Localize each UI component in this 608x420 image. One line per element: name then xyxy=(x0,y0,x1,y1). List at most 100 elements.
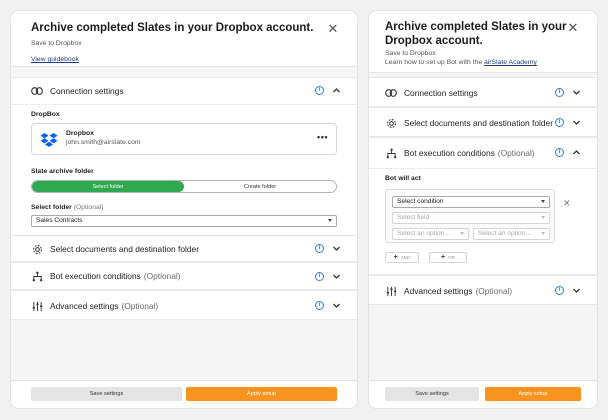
field-select-value: Select field xyxy=(397,214,430,221)
chevron-down-icon[interactable] xyxy=(572,88,581,97)
option-select-1[interactable]: Select an option... xyxy=(392,228,469,240)
bot-setup-panel-expanded-conditions: Archive completed Slates in your Dropbox… xyxy=(368,10,598,409)
panel-footer: Save settings Apply setup xyxy=(11,380,357,408)
link-icon xyxy=(385,87,397,99)
chevron-down-icon[interactable] xyxy=(332,272,341,281)
select-folder-label: Select folder (Optional) xyxy=(31,204,104,211)
info-icon[interactable]: i xyxy=(555,88,564,97)
caret-down-icon xyxy=(328,219,332,222)
folder-mode-toggle: Select folder Create folder xyxy=(31,180,337,193)
folder-select-value: Sales Contracts xyxy=(36,217,83,224)
apply-setup-button[interactable]: Apply setup xyxy=(485,387,581,401)
section-title: Connection settings xyxy=(404,88,478,98)
add-and-condition-button[interactable]: + AND xyxy=(385,252,419,263)
panel-body: Connection settings i Select documents a… xyxy=(369,73,597,380)
caret-down-icon xyxy=(541,232,545,235)
account-email: john.smith@airslate.com xyxy=(66,139,141,146)
branch-icon xyxy=(385,147,397,159)
archive-folder-label: Slate archive folder xyxy=(31,168,94,175)
field-select[interactable]: Select field xyxy=(392,212,550,224)
select-folder-tab[interactable]: Select folder xyxy=(32,181,184,192)
info-icon[interactable]: i xyxy=(555,118,564,127)
section-connection-settings: Connection settings i DropBox Dropbox jo… xyxy=(11,77,357,237)
chevron-down-icon[interactable] xyxy=(332,301,341,310)
optional-tag: (Optional) xyxy=(73,204,104,211)
info-icon[interactable]: i xyxy=(315,244,324,253)
save-settings-button[interactable]: Save settings xyxy=(385,387,479,401)
divider xyxy=(11,104,357,105)
section-title: Select documents and destination folder xyxy=(404,118,553,128)
section-title: Bot execution conditions xyxy=(404,148,495,158)
branch-icon xyxy=(31,270,43,282)
section-title: Advanced settings xyxy=(404,286,473,296)
section-title: Select documents and destination folder xyxy=(50,244,199,254)
section-header-documents[interactable]: Select documents and destination folder … xyxy=(369,110,597,136)
section-execution-conditions: Bot execution conditions (Optional) i Bo… xyxy=(369,137,597,275)
add-or-condition-button[interactable]: + OR xyxy=(429,252,467,263)
view-guidebook-link[interactable]: View guidebook xyxy=(31,55,79,64)
caret-down-icon xyxy=(541,216,545,219)
info-icon[interactable]: i xyxy=(555,148,564,157)
panel-footer: Save settings Apply setup xyxy=(369,380,597,408)
section-header-documents[interactable]: Select documents and destination folder … xyxy=(11,236,357,262)
plus-icon: + xyxy=(393,254,398,261)
remove-condition-icon[interactable]: ✕ xyxy=(563,199,571,208)
section-header-advanced[interactable]: Advanced settings (Optional) i xyxy=(11,293,357,319)
create-folder-tab[interactable]: Create folder xyxy=(184,181,336,192)
section-title: Connection settings xyxy=(50,86,124,96)
divider xyxy=(369,168,597,169)
panel-title-line-1: Archive completed Slates in your xyxy=(385,21,567,33)
save-settings-button[interactable]: Save settings xyxy=(31,387,182,401)
and-label: AND xyxy=(400,255,411,260)
condition-group: Select condition Select field Select an … xyxy=(385,189,555,243)
close-icon[interactable]: ✕ xyxy=(327,22,339,35)
condition-select-value: Select condition xyxy=(397,198,444,205)
section-advanced-settings: Advanced settings (Optional) i xyxy=(369,275,597,305)
dropbox-label: DropBox xyxy=(31,111,60,118)
option-select-2[interactable]: Select an option... xyxy=(473,228,550,240)
sliders-icon xyxy=(31,300,43,312)
chevron-down-icon[interactable] xyxy=(572,286,581,295)
panel-title-line-2: Dropbox account. xyxy=(385,35,483,47)
section-connection-settings: Connection settings i xyxy=(369,77,597,107)
chevron-down-icon[interactable] xyxy=(332,244,341,253)
info-icon[interactable]: i xyxy=(315,272,324,281)
bot-will-act-label: Bot will act xyxy=(385,175,421,182)
optional-tag: (Optional) xyxy=(497,148,535,158)
section-header-connection[interactable]: Connection settings i xyxy=(369,80,597,106)
academy-text: Learn how to set up Bot with the xyxy=(385,59,484,66)
panel-header: Archive completed Slates in your Dropbox… xyxy=(369,11,597,73)
link-icon xyxy=(31,85,43,97)
plus-icon: + xyxy=(441,254,446,261)
panel-header: Archive completed Slates in your Dropbox… xyxy=(11,11,357,67)
folder-select[interactable]: Sales Contracts xyxy=(31,215,337,227)
optional-tag: (Optional) xyxy=(121,301,159,311)
optional-tag: (Optional) xyxy=(143,271,181,281)
section-header-execution[interactable]: Bot execution conditions (Optional) i xyxy=(369,140,597,166)
chevron-up-icon[interactable] xyxy=(332,86,341,95)
apply-setup-button[interactable]: Apply setup xyxy=(186,387,337,401)
condition-select[interactable]: Select condition xyxy=(392,196,550,208)
section-title: Bot execution conditions xyxy=(50,271,141,281)
option-select-2-value: Select an option... xyxy=(478,230,531,237)
info-icon[interactable]: i xyxy=(315,86,324,95)
airslate-academy-link[interactable]: airSlate Academy xyxy=(484,58,537,67)
section-header-advanced[interactable]: Advanced settings (Optional) i xyxy=(369,278,597,304)
info-icon[interactable]: i xyxy=(555,286,564,295)
chevron-down-icon[interactable] xyxy=(572,118,581,127)
more-dots-icon[interactable]: ••• xyxy=(317,132,328,142)
panel-subtitle: Save to Dropbox xyxy=(385,50,436,57)
close-icon[interactable]: ✕ xyxy=(567,21,579,34)
section-select-documents: Select documents and destination folder … xyxy=(369,107,597,137)
option-select-1-value: Select an option... xyxy=(397,230,450,237)
gear-icon xyxy=(31,243,43,255)
section-header-connection[interactable]: Connection settings i xyxy=(11,78,357,104)
dropbox-account-card: Dropbox john.smith@airslate.com ••• xyxy=(31,123,337,155)
chevron-up-icon[interactable] xyxy=(572,148,581,157)
optional-tag: (Optional) xyxy=(475,286,513,296)
bot-setup-panel-expanded-connection: Archive completed Slates in your Dropbox… xyxy=(10,10,358,409)
info-icon[interactable]: i xyxy=(315,301,324,310)
section-execution-conditions: Bot execution conditions (Optional) i xyxy=(11,262,357,290)
academy-line: Learn how to set up Bot with the airSlat… xyxy=(385,58,581,67)
section-header-execution[interactable]: Bot execution conditions (Optional) i xyxy=(11,263,357,289)
